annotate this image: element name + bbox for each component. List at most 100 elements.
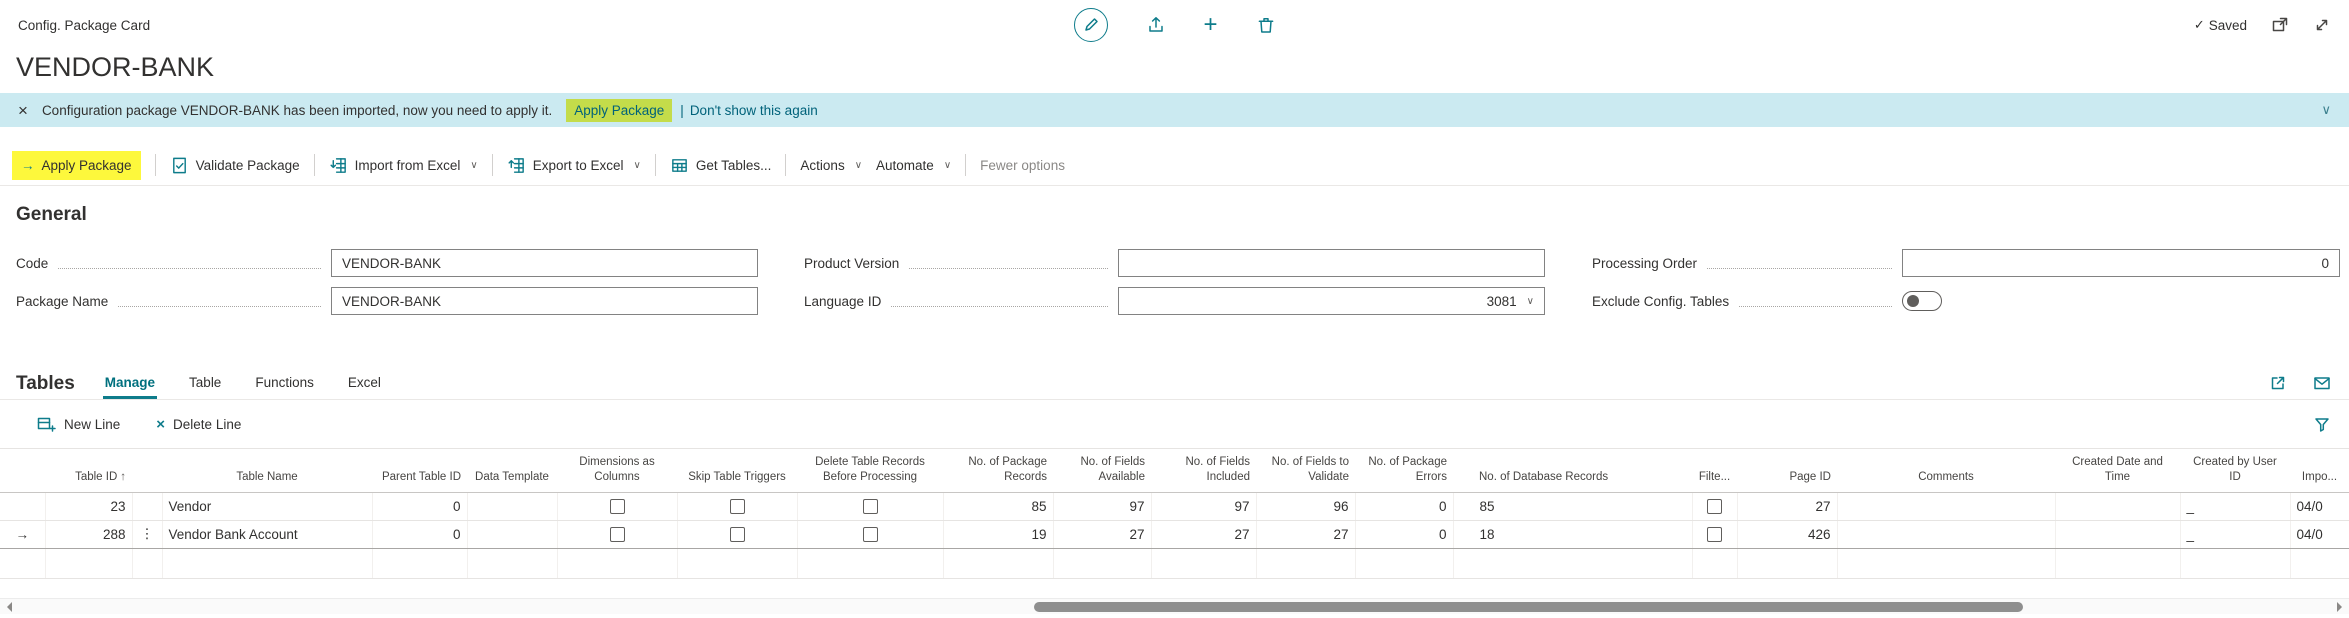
export-to-excel-button[interactable]: Export to Excel ∨ (507, 156, 641, 175)
col-skip-table-triggers[interactable]: Skip Table Triggers (677, 449, 797, 493)
edit-button[interactable] (1073, 8, 1107, 42)
cell-fields-to-validate[interactable]: 96 (1256, 492, 1355, 520)
cell-comments[interactable] (1837, 492, 2055, 520)
language-id-input[interactable]: 3081 ∨ (1118, 287, 1545, 315)
row-selector[interactable]: → (0, 520, 45, 548)
checkbox[interactable] (863, 527, 878, 542)
dont-show-again-link[interactable]: Don't show this again (690, 103, 818, 118)
checkbox[interactable] (610, 527, 625, 542)
product-version-input[interactable] (1118, 249, 1545, 277)
scroll-right-button[interactable] (2331, 599, 2349, 615)
mail-button[interactable] (2313, 374, 2331, 392)
col-data-template[interactable]: Data Template (467, 449, 557, 493)
col-fields-available[interactable]: No. of Fields Available (1053, 449, 1151, 493)
row-selector[interactable] (0, 492, 45, 520)
cell-fields-available[interactable]: 97 (1053, 492, 1151, 520)
cell-fields-available[interactable]: 27 (1053, 520, 1151, 548)
col-created-by-user[interactable]: Created by User ID (2180, 449, 2290, 493)
empty-row[interactable] (0, 548, 2349, 578)
resize-window-button[interactable] (2313, 16, 2331, 34)
get-tables-button[interactable]: Get Tables... (670, 156, 772, 175)
col-dimensions-as-columns[interactable]: Dimensions as Columns (557, 449, 677, 493)
table-row[interactable]: 23 Vendor 0 85 97 97 96 0 85 27 _ 04/0 (0, 492, 2349, 520)
col-package-errors[interactable]: No. of Package Errors (1355, 449, 1453, 493)
new-line-button[interactable]: New Line (36, 414, 120, 434)
row-menu[interactable]: ⋮ (132, 520, 162, 548)
cell-package-errors[interactable]: 0 (1355, 520, 1453, 548)
checkbox[interactable] (730, 499, 745, 514)
col-comments[interactable]: Comments (1837, 449, 2055, 493)
col-fields-to-validate[interactable]: No. of Fields to Validate (1256, 449, 1355, 493)
col-filtered[interactable]: Filte... (1692, 449, 1737, 493)
banner-apply-package-link[interactable]: Apply Package (566, 99, 672, 122)
tab-functions[interactable]: Functions (253, 375, 316, 399)
cell-imported[interactable]: 04/0 (2290, 520, 2349, 548)
new-button[interactable]: + (1203, 13, 1217, 37)
automate-menu[interactable]: Automate ∨ (876, 158, 951, 173)
delete-button[interactable] (1256, 15, 1276, 35)
cell-table-name[interactable]: Vendor Bank Account (162, 520, 372, 548)
chevron-down-icon[interactable]: ∨ (1527, 296, 1534, 307)
tab-manage[interactable]: Manage (103, 375, 157, 399)
cell-data-template[interactable] (467, 520, 557, 548)
package-name-input[interactable]: VENDOR-BANK (331, 287, 758, 315)
cell-fields-to-validate[interactable]: 27 (1256, 520, 1355, 548)
checkbox[interactable] (863, 499, 878, 514)
apply-package-button[interactable]: → Apply Package (12, 151, 141, 180)
col-fields-included[interactable]: No. of Fields Included (1151, 449, 1256, 493)
cell-table-name[interactable]: Vendor (162, 492, 372, 520)
share-list-button[interactable] (2269, 374, 2287, 392)
filter-button[interactable] (2313, 415, 2331, 433)
cell-page-id[interactable]: 27 (1737, 492, 1837, 520)
breadcrumb[interactable]: Config. Package Card (18, 18, 150, 33)
cell-page-id[interactable]: 426 (1737, 520, 1837, 548)
chevron-down-icon[interactable]: ∨ (470, 160, 477, 171)
cell-database-records[interactable]: 85 (1453, 492, 1692, 520)
import-from-excel-button[interactable]: Import from Excel ∨ (329, 156, 478, 175)
open-in-window-button[interactable] (2271, 16, 2289, 34)
cell-created-date-time[interactable] (2055, 520, 2180, 548)
cell-created-by-user[interactable]: _ (2180, 520, 2290, 548)
cell-table-id[interactable]: 288 (45, 520, 132, 548)
col-imported[interactable]: Impo... (2290, 449, 2349, 493)
chevron-down-icon[interactable]: ∨ (2321, 102, 2331, 118)
cell-parent-table-id[interactable]: 0 (372, 492, 467, 520)
col-package-records[interactable]: No. of Package Records (943, 449, 1053, 493)
col-created-date-time[interactable]: Created Date and Time (2055, 449, 2180, 493)
cell-package-records[interactable]: 19 (943, 520, 1053, 548)
cell-database-records[interactable]: 18 (1453, 520, 1692, 548)
row-menu[interactable] (132, 492, 162, 520)
cell-created-by-user[interactable]: _ (2180, 492, 2290, 520)
horizontal-scrollbar[interactable] (0, 598, 2349, 614)
checkbox[interactable] (1707, 527, 1722, 542)
col-table-id[interactable]: Table ID↑ (45, 449, 132, 493)
delete-line-button[interactable]: × Delete Line (156, 417, 241, 432)
fewer-options-button[interactable]: Fewer options (980, 158, 1065, 173)
validate-package-button[interactable]: Validate Package (170, 156, 300, 175)
col-page-id[interactable]: Page ID (1737, 449, 1837, 493)
col-database-records[interactable]: No. of Database Records (1453, 449, 1692, 493)
cell-imported[interactable]: 04/0 (2290, 492, 2349, 520)
close-icon[interactable]: × (18, 102, 28, 119)
processing-order-input[interactable]: 0 (1902, 249, 2340, 277)
chevron-down-icon[interactable]: ∨ (634, 160, 641, 171)
code-input[interactable]: VENDOR-BANK (331, 249, 758, 277)
cell-parent-table-id[interactable]: 0 (372, 520, 467, 548)
cell-fields-included[interactable]: 27 (1151, 520, 1256, 548)
actions-menu[interactable]: Actions ∨ (800, 158, 862, 173)
col-delete-table-records[interactable]: Delete Table Records Before Processing (797, 449, 943, 493)
cell-comments[interactable] (1837, 520, 2055, 548)
cell-table-id[interactable]: 23 (45, 492, 132, 520)
tables-section-title[interactable]: Tables (16, 373, 75, 399)
checkbox[interactable] (1707, 499, 1722, 514)
cell-data-template[interactable] (467, 492, 557, 520)
cell-package-errors[interactable]: 0 (1355, 492, 1453, 520)
checkbox[interactable] (730, 527, 745, 542)
col-table-name[interactable]: Table Name (162, 449, 372, 493)
table-row-selected[interactable]: → 288 ⋮ Vendor Bank Account 0 19 27 27 2… (0, 520, 2349, 548)
cell-fields-included[interactable]: 97 (1151, 492, 1256, 520)
general-section-title[interactable]: General (16, 204, 2349, 226)
cell-package-records[interactable]: 85 (943, 492, 1053, 520)
scroll-left-button[interactable] (0, 599, 18, 615)
checkbox[interactable] (610, 499, 625, 514)
